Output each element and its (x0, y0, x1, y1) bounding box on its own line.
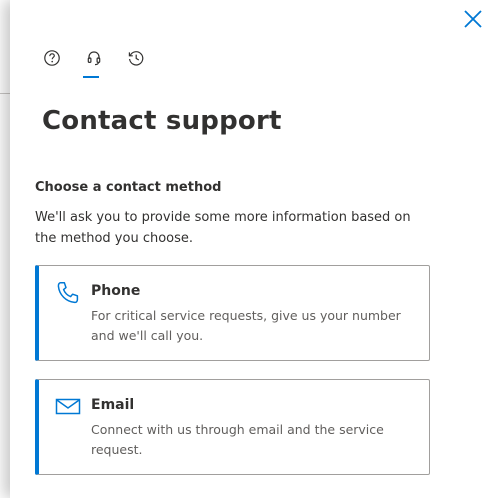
selected-tab-indicator (83, 76, 99, 78)
option-title-phone: Phone (91, 283, 141, 299)
tab-help[interactable] (40, 46, 64, 80)
option-text-phone: For critical service requests, give us y… (91, 308, 401, 343)
panel-title: Contact support (42, 106, 282, 136)
history-icon (128, 51, 144, 66)
close-button[interactable] (462, 8, 484, 30)
contact-support-panel: Contact support Choose a contact method … (10, 0, 491, 498)
email-icon (55, 398, 81, 415)
option-text-email: Connect with us through email and the se… (91, 422, 384, 457)
contact-option-phone[interactable]: Phone For critical service requests, giv… (35, 265, 430, 361)
headset-icon (87, 51, 101, 66)
phone-icon (57, 282, 79, 304)
close-icon (464, 10, 482, 28)
background-page (0, 0, 10, 498)
contact-option-email[interactable]: Email Connect with us through email and … (35, 379, 430, 475)
background-divider (0, 93, 10, 94)
tab-history[interactable] (124, 46, 148, 80)
section-heading: Choose a contact method (35, 180, 222, 195)
option-title-email: Email (91, 397, 135, 413)
help-icon (44, 50, 60, 66)
tab-contact-support[interactable] (82, 46, 106, 80)
section-description: We'll ask you to provide some more infor… (35, 210, 411, 246)
